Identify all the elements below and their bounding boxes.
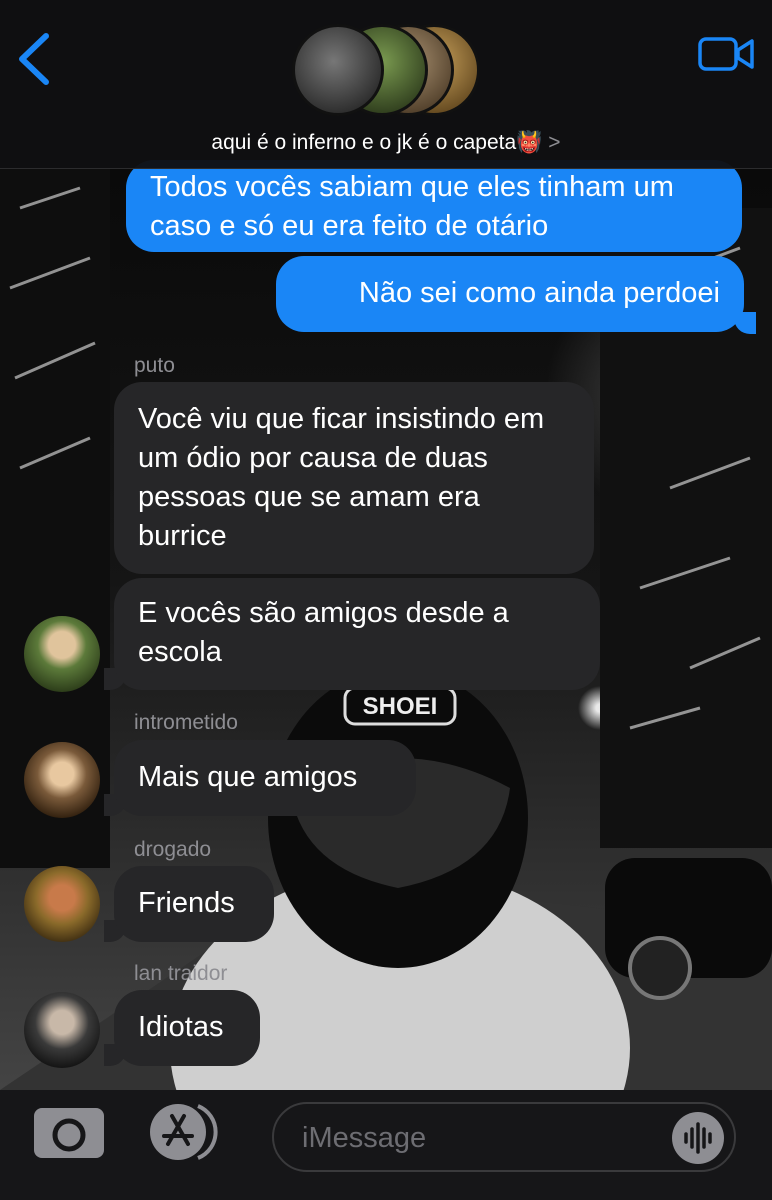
incoming-message[interactable]: Idiotas [114, 990, 260, 1066]
group-member-avatar [292, 24, 384, 116]
voice-waveform-icon[interactable] [672, 1112, 724, 1164]
input-placeholder: iMessage [302, 1122, 427, 1154]
incoming-message[interactable]: Friends [114, 866, 274, 942]
sender-name: puto [134, 354, 175, 377]
participant-avatar[interactable] [24, 742, 100, 818]
participant-avatar[interactable] [24, 992, 100, 1068]
sender-name: lan traidor [134, 962, 228, 985]
participant-avatar[interactable] [24, 616, 100, 692]
camera-icon[interactable] [34, 1106, 104, 1158]
back-chevron-icon[interactable] [14, 30, 54, 88]
incoming-message[interactable]: Mais que amigos [114, 740, 416, 816]
incoming-message[interactable]: E vocês são amigos desde a escola [114, 578, 600, 690]
chat-header: aqui é o inferno e o jk é o capeta👹 > [0, 0, 772, 169]
group-name-button[interactable]: aqui é o inferno e o jk é o capeta👹 > [0, 131, 772, 155]
video-camera-icon[interactable] [698, 36, 756, 72]
outgoing-message[interactable]: Todos vocês sabiam que eles tinham um ca… [126, 160, 742, 252]
group-name-label: aqui é o inferno e o jk é o capeta👹 [211, 131, 543, 154]
sender-name: drogado [134, 838, 212, 861]
svg-text:SHOEI: SHOEI [363, 693, 438, 720]
imessage-input[interactable]: iMessage [272, 1102, 736, 1172]
chevron-right-icon: > [548, 131, 561, 154]
app-store-icon[interactable] [150, 1102, 228, 1162]
participant-avatar[interactable] [24, 866, 100, 942]
outgoing-message[interactable]: Não sei como ainda perdoei [276, 256, 744, 332]
group-avatar-stack[interactable] [292, 24, 482, 120]
sender-name: intrometido [134, 711, 238, 734]
compose-bar: iMessage [0, 1090, 772, 1200]
incoming-message[interactable]: Você viu que ficar insistindo em um ódio… [114, 382, 594, 574]
